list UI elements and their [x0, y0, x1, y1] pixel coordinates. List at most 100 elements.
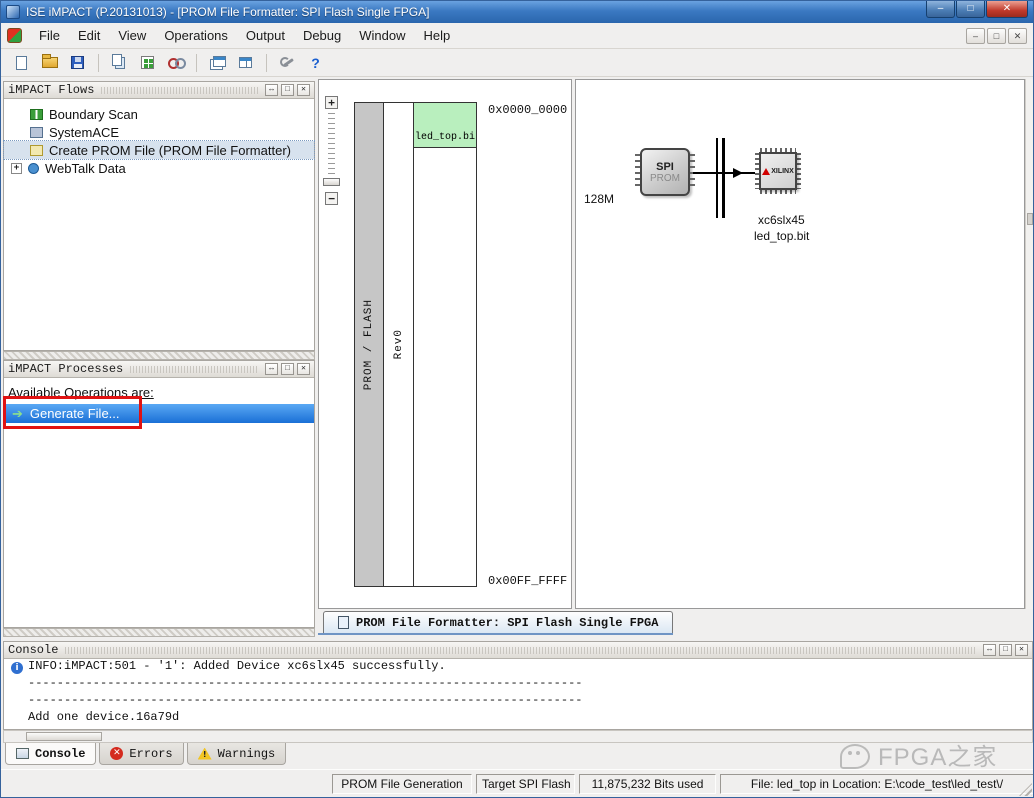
menu-item-view[interactable]: View — [109, 25, 155, 46]
tab-label: Errors — [129, 746, 173, 761]
mdi-window-controls: – □ ✕ — [966, 27, 1027, 44]
prom-file-icon — [30, 144, 43, 156]
menu-item-file[interactable]: File — [30, 25, 69, 46]
mdi-minimize-button[interactable]: – — [966, 27, 985, 44]
float-panel-button[interactable]: ↔ — [265, 363, 278, 375]
toolbar: ? — [1, 49, 1033, 77]
minimize-button[interactable]: – — [926, 1, 955, 18]
bus-wire — [716, 138, 718, 218]
processes-panel-header[interactable]: iMPACT Processes ↔ □ ✕ — [4, 361, 314, 378]
spi-chip-label: SPI — [656, 160, 674, 173]
close-panel-button[interactable]: ✕ — [1015, 644, 1028, 656]
device-schematic-view: 128M SPI PROM XILINX xc6slx45 led_top.bi… — [575, 79, 1025, 609]
menu-item-debug[interactable]: Debug — [294, 25, 350, 46]
zoom-in-button[interactable]: + — [325, 96, 338, 109]
prom-formatter-tab[interactable]: PROM File Formatter: SPI Flash Single FP… — [323, 611, 674, 633]
chain-grid-icon — [141, 56, 154, 69]
mdi-close-button[interactable]: ✕ — [1008, 27, 1027, 44]
revision-column: Rev0 — [384, 102, 414, 587]
save-project-button[interactable] — [65, 51, 90, 74]
expand-icon[interactable]: + — [11, 162, 22, 174]
density-label: 128M — [584, 192, 615, 206]
flows-panel-title: iMPACT Flows — [8, 83, 95, 97]
console-output: i INFO:iMPACT:501 - '1': Added Device xc… — [4, 659, 1032, 729]
prom-flash-label: PROM / FLASH — [363, 298, 375, 391]
close-panel-button[interactable]: ✕ — [297, 363, 310, 375]
help-cursor-button[interactable]: ? — [303, 51, 328, 74]
menu-item-window[interactable]: Window — [350, 25, 414, 46]
new-project-button[interactable] — [9, 51, 34, 74]
bus-arrow-icon — [733, 168, 743, 178]
bitstream-file-label: led_top.bi — [414, 132, 475, 143]
vertical-scrollbar[interactable] — [1025, 79, 1033, 609]
menu-item-operations[interactable]: Operations — [155, 25, 237, 46]
maximize-panel-button[interactable]: □ — [281, 84, 294, 96]
window-title: ISE iMPACT (P.20131013) - [PROM File For… — [26, 5, 430, 19]
scrollbar-thumb[interactable] — [1027, 213, 1033, 225]
zoom-out-button[interactable]: − — [325, 192, 338, 205]
spi-chip-sublabel: PROM — [650, 172, 680, 184]
open-project-button[interactable] — [37, 51, 62, 74]
error-icon: ✕ — [110, 747, 124, 760]
console-panel-header[interactable]: Console ↔ □ ✕ — [4, 642, 1032, 659]
app-icon — [6, 5, 20, 19]
close-panel-button[interactable]: ✕ — [297, 84, 310, 96]
panel-splitter[interactable] — [3, 351, 315, 360]
spi-prom-chip[interactable]: SPI PROM — [635, 148, 695, 196]
close-button[interactable]: ✕ — [986, 1, 1028, 18]
tab-errors[interactable]: ✕ Errors — [99, 743, 184, 765]
titlebar[interactable]: ISE iMPACT (P.20131013) - [PROM File For… — [1, 1, 1033, 23]
flow-item-systemace[interactable]: SystemACE — [4, 123, 314, 141]
end-address-label: 0x00FF_FFFF — [488, 574, 568, 588]
boundary-scan-icon — [30, 108, 43, 120]
flow-item-webtalk-data[interactable]: + WebTalk Data — [4, 159, 314, 177]
tile-windows-button[interactable] — [233, 51, 258, 74]
watermark: FPGA之家 — [839, 737, 997, 772]
warning-icon: ! — [197, 747, 212, 760]
zoom-slider-track[interactable] — [328, 113, 335, 175]
chip-pins-bottom — [760, 190, 796, 194]
menu-item-edit[interactable]: Edit — [69, 25, 109, 46]
initialize-chain-button[interactable] — [135, 51, 160, 74]
flow-item-create-prom-file[interactable]: Create PROM File (PROM File Formatter) — [3, 140, 315, 160]
maximize-panel-button[interactable]: □ — [281, 363, 294, 375]
menu-item-output[interactable]: Output — [237, 25, 294, 46]
xilinx-brand-label: XILINX — [771, 167, 794, 175]
float-panel-button[interactable]: ↔ — [265, 84, 278, 96]
bitstream-file-cell[interactable]: led_top.bi — [414, 103, 476, 148]
chip-pins-right — [797, 153, 801, 189]
float-panel-button[interactable]: ↔ — [983, 644, 996, 656]
tab-console[interactable]: Console — [5, 743, 97, 765]
tab-warnings[interactable]: ! Warnings — [186, 743, 287, 765]
copy-button[interactable] — [107, 51, 132, 74]
mdi-restore-button[interactable]: □ — [987, 27, 1006, 44]
maximize-panel-button[interactable]: □ — [999, 644, 1012, 656]
flows-panel-header[interactable]: iMPACT Flows ↔ □ ✕ — [4, 82, 314, 99]
fpga-part-label: xc6slx45 — [758, 213, 805, 227]
bus-wire — [722, 138, 725, 218]
panel-splitter[interactable] — [3, 628, 315, 637]
menu-item-help[interactable]: Help — [415, 25, 460, 46]
console-tab-icon — [16, 748, 29, 759]
flow-item-boundary-scan[interactable]: Boundary Scan — [4, 105, 314, 123]
xilinx-fpga-chip[interactable]: XILINX — [755, 148, 801, 194]
toolbar-separator — [266, 53, 267, 72]
cascade-windows-button[interactable] — [205, 51, 230, 74]
save-icon — [71, 56, 84, 69]
info-icon: i — [11, 662, 23, 674]
wrench-icon — [280, 55, 295, 70]
auto-assign-button[interactable] — [275, 51, 300, 74]
zoom-slider-handle[interactable] — [323, 178, 340, 186]
tile-windows-icon — [239, 57, 252, 68]
cable-setup-button[interactable] — [163, 51, 188, 74]
fpga-chip-body: XILINX — [759, 152, 797, 190]
app-window: ISE iMPACT (P.20131013) - [PROM File For… — [0, 0, 1034, 798]
flow-item-label: Create PROM File (PROM File Formatter) — [49, 142, 291, 158]
tab-label: Warnings — [217, 746, 276, 761]
statusbar: PROM File Generation Target SPI Flash 11… — [1, 769, 1033, 797]
document-tab-label: PROM File Formatter: SPI Flash Single FP… — [356, 615, 659, 630]
scrollbar-thumb[interactable] — [26, 732, 102, 741]
systemace-icon — [30, 126, 43, 138]
webtalk-icon — [28, 162, 39, 174]
maximize-button[interactable]: □ — [956, 1, 985, 18]
